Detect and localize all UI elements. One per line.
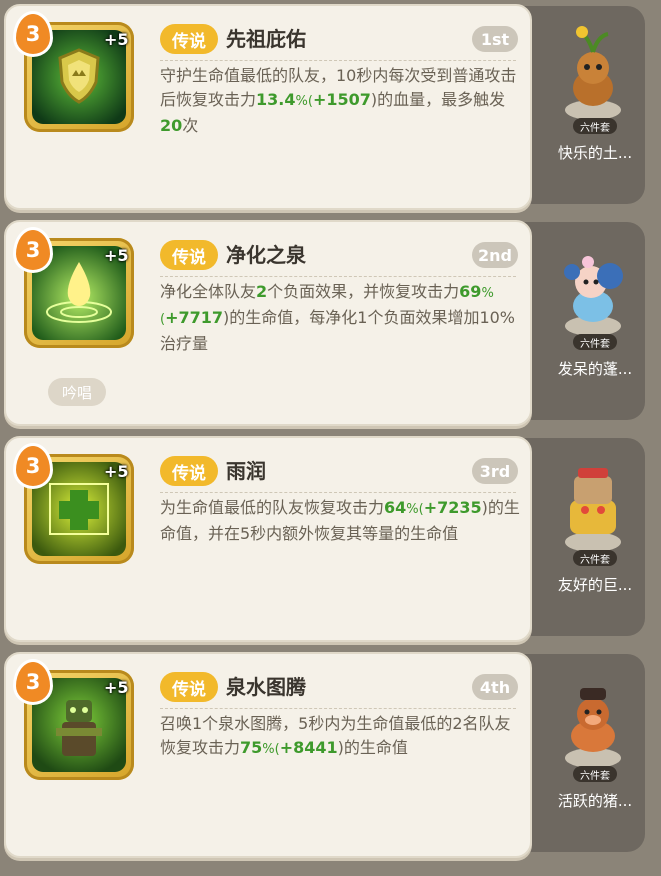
- skill-title: 净化之泉: [226, 243, 306, 267]
- skill-row-2[interactable]: 3 +5 传说 净化之泉 2nd 净化全体队友2个负面效果，并恢复攻击力69%(…: [0, 216, 661, 426]
- rank-badge: 4th: [472, 674, 518, 700]
- skill-title: 泉水图腾: [226, 675, 306, 699]
- divider: [160, 708, 516, 709]
- divider: [160, 276, 516, 277]
- divider: [160, 60, 516, 61]
- pet-name: 发呆的蓬...: [557, 360, 633, 378]
- skill-description: 为生命值最低的队友恢复攻击力64%(+7235)的生命值，并在5秒内额外恢复其等…: [160, 498, 520, 543]
- pet-name: 友好的巨...: [557, 576, 633, 594]
- rank-badge: 2nd: [472, 242, 518, 268]
- rank-badge: 3rd: [472, 458, 518, 484]
- rarity-badge: 传说: [160, 672, 218, 702]
- pet-avatar: [558, 238, 628, 338]
- skill-description: 守护生命值最低的队友，10秒内每次受到普通攻击后恢复攻击力13.4%(+1507…: [160, 66, 517, 135]
- level-badge: 3: [16, 662, 50, 702]
- set-tag: 六件套: [573, 118, 617, 134]
- upgrade-count: +5: [104, 678, 129, 697]
- skill-row-3[interactable]: 3 +5 传说 雨润 3rd 为生命值最低的队友恢复攻击力64%(+7235)的…: [0, 432, 661, 642]
- cast-type-tag: 吟唱: [48, 378, 106, 406]
- pet-name: 活跃的猪...: [557, 792, 633, 810]
- divider: [160, 492, 516, 493]
- skill-description: 召唤1个泉水图腾，5秒内为生命值最低的2名队友恢复攻击力75%(+8441)的生…: [160, 714, 511, 757]
- pet-avatar: [558, 454, 628, 554]
- rarity-badge: 传说: [160, 24, 218, 54]
- pet-avatar: [558, 670, 628, 770]
- level-badge: 3: [16, 230, 50, 270]
- skill-description: 净化全体队友2个负面效果，并恢复攻击力69%(+7717)的生命值，每净化1个负…: [160, 282, 516, 353]
- skill-title: 雨润: [226, 459, 266, 483]
- skill-row-1[interactable]: 3 +5 传说 先祖庇佑 1st 守护生命值最低的队友，10秒内每次受到普通攻击…: [0, 0, 661, 210]
- pet-avatar: [558, 22, 628, 122]
- set-tag: 六件套: [573, 334, 617, 350]
- level-badge: 3: [16, 14, 50, 54]
- set-tag: 六件套: [573, 550, 617, 566]
- rarity-badge: 传说: [160, 240, 218, 270]
- skill-title: 先祖庇佑: [226, 27, 306, 51]
- upgrade-count: +5: [104, 246, 129, 265]
- rarity-badge: 传说: [160, 456, 218, 486]
- skill-row-4[interactable]: 3 +5 传说 泉水图腾 4th 召唤1个泉水图腾，5秒内为生命值最低的2名队友…: [0, 648, 661, 858]
- level-badge: 3: [16, 446, 50, 486]
- pet-name: 快乐的土...: [557, 144, 633, 162]
- upgrade-count: +5: [104, 462, 129, 481]
- rank-badge: 1st: [472, 26, 518, 52]
- set-tag: 六件套: [573, 766, 617, 782]
- upgrade-count: +5: [104, 30, 129, 49]
